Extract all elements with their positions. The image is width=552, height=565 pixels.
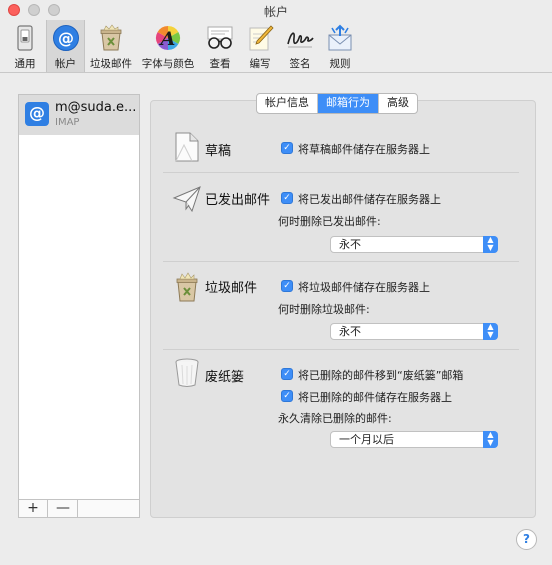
junk-delete-value: 永不 [339, 325, 361, 338]
sent-store-label: 将已发出邮件储存在服务器上 [298, 193, 441, 206]
sent-title: 已发出邮件 [205, 193, 271, 208]
accounts-list-footer: + — [19, 499, 139, 517]
drafts-store-checkbox[interactable]: ✓ [281, 142, 293, 154]
trash-title: 废纸篓 [205, 370, 245, 385]
junk-title: 垃圾邮件 [205, 281, 258, 296]
sent-delete-value: 永不 [339, 238, 361, 251]
section-divider [163, 349, 519, 350]
toolbar-item-label: 查看 [209, 58, 231, 70]
help-button[interactable]: ? [516, 529, 537, 550]
drafts-title: 草稿 [205, 144, 232, 159]
remove-account-button[interactable]: — [49, 500, 78, 517]
chevron-updown-icon: ▲ ▼ [483, 323, 498, 340]
toolbar-item-label: 编写 [249, 58, 271, 70]
toolbar-item-composing[interactable]: 编写 [241, 20, 279, 72]
toolbar-item-label: 签名 [289, 58, 311, 70]
account-row[interactable]: @ m@suda.e... IMAP [19, 95, 139, 135]
junk-delete-select[interactable]: 永不 ▲ ▼ [330, 323, 498, 340]
toolbar-item-fonts-colors[interactable]: A 字体与颜色 [137, 20, 199, 72]
trash-can-icon [175, 358, 199, 387]
account-name: m@suda.e... [55, 100, 137, 115]
toolbar-item-junk[interactable]: 垃圾邮件 [86, 20, 136, 72]
general-switch-icon [17, 25, 33, 51]
paper-plane-icon [172, 186, 201, 213]
tab-account-info[interactable]: 帐户信息 [257, 94, 318, 113]
toolbar-item-signatures[interactable]: 签名 [280, 20, 320, 72]
trash-erase-select[interactable]: 一个月以后 ▲ ▼ [330, 431, 498, 448]
tab-mailbox-behaviors[interactable]: 邮箱行为 [318, 94, 379, 113]
junk-bin-icon [100, 24, 122, 51]
toolbar-item-rules[interactable]: 规则 [321, 20, 359, 72]
compose-pencil-icon [249, 25, 274, 51]
preferences-window: 帐户 通用 @ 帐户 垃圾邮件 A 字体与颜色 查看 编写 签名 规则 @ m@… [0, 0, 552, 565]
trash-move-label: 将已删除的邮件移到“废纸篓”邮箱 [298, 369, 464, 382]
window-title: 帐户 [263, 5, 288, 19]
toolbar-item-general[interactable]: 通用 [4, 20, 46, 72]
toolbar: 通用 @ 帐户 垃圾邮件 A 字体与颜色 查看 编写 签名 规则 [0, 20, 552, 73]
junk-bin-icon [176, 272, 198, 302]
account-type: IMAP [55, 117, 80, 128]
toolbar-item-label: 垃圾邮件 [90, 58, 132, 70]
signature-icon [287, 32, 314, 48]
chevron-updown-icon: ▲ ▼ [483, 431, 498, 448]
toolbar-item-label: 通用 [14, 58, 36, 70]
at-sign-icon: @ [25, 102, 49, 126]
toolbar-item-label: 规则 [329, 58, 351, 70]
svg-text:A: A [159, 28, 176, 50]
trash-erase-label: 永久清除已删除的邮件: [278, 412, 392, 425]
trash-store-checkbox[interactable]: ✓ [281, 390, 293, 402]
toolbar-item-label: 字体与颜色 [141, 58, 195, 70]
title-bar: 帐户 [0, 0, 552, 20]
junk-store-checkbox[interactable]: ✓ [281, 280, 293, 292]
chevron-updown-icon: ▲ ▼ [483, 236, 498, 253]
svg-text:@: @ [58, 29, 74, 48]
toolbar-item-accounts[interactable]: @ 帐户 [46, 20, 85, 72]
at-sign-icon: @ [52, 25, 79, 51]
sent-delete-label: 何时删除已发出邮件: [278, 215, 381, 228]
toolbar-item-viewing[interactable]: 查看 [200, 20, 240, 72]
junk-delete-label: 何时删除垃圾邮件: [278, 303, 370, 316]
toolbar-item-label: 帐户 [55, 58, 76, 70]
section-divider [163, 261, 519, 262]
glasses-icon [207, 26, 233, 49]
trash-erase-value: 一个月以后 [339, 433, 394, 446]
font-color-wheel-icon: A [155, 25, 181, 50]
account-tabs: 帐户信息 邮箱行为 高级 [256, 93, 418, 114]
sent-delete-select[interactable]: 永不 ▲ ▼ [330, 236, 498, 253]
drafts-store-label: 将草稿邮件储存在服务器上 [298, 143, 430, 156]
junk-store-label: 将垃圾邮件储存在服务器上 [298, 281, 430, 294]
rules-envelope-icon [328, 24, 352, 51]
tab-advanced[interactable]: 高级 [379, 94, 417, 113]
sent-store-checkbox[interactable]: ✓ [281, 192, 293, 204]
drafts-document-icon [175, 132, 199, 162]
section-divider [163, 172, 519, 173]
trash-store-label: 将已删除的邮件储存在服务器上 [298, 391, 452, 404]
trash-move-checkbox[interactable]: ✓ [281, 368, 293, 380]
add-account-button[interactable]: + [19, 500, 48, 517]
accounts-list: @ m@suda.e... IMAP + — [18, 94, 140, 518]
